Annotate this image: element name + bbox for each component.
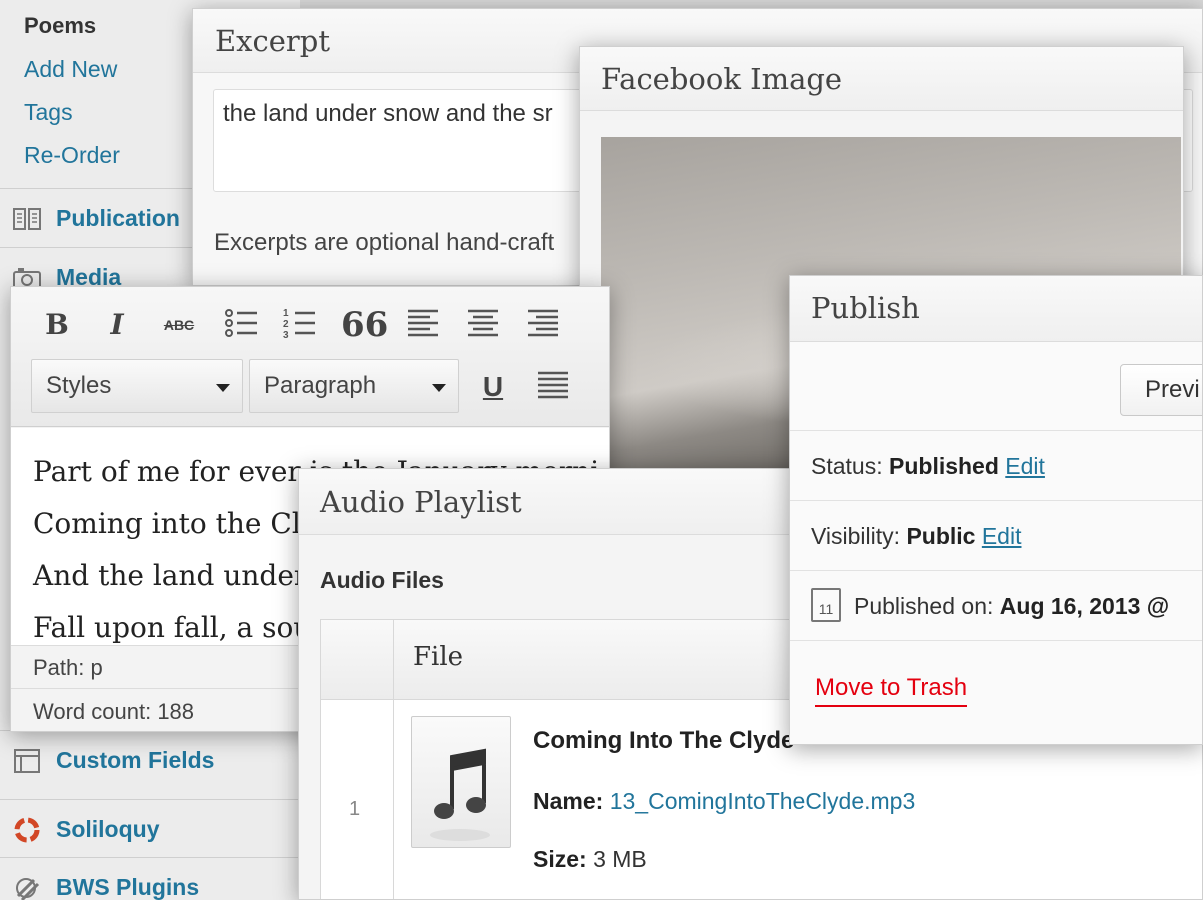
track-size-row: Size: 3 MB	[533, 846, 647, 873]
underline-button[interactable]: U	[473, 367, 513, 407]
row-number: 1	[349, 798, 361, 820]
sidebar-item-label: Publication	[56, 205, 180, 231]
bold-button[interactable]: B	[37, 305, 77, 345]
editor-toolbar: B I ABC 123 66 Styles Paragraph U	[11, 287, 609, 427]
svg-text:3: 3	[283, 330, 289, 341]
preview-button[interactable]: Previ	[1120, 364, 1202, 416]
justify-icon[interactable]	[533, 367, 573, 407]
italic-button[interactable]: I	[97, 305, 137, 345]
chevron-down-icon	[216, 384, 230, 392]
music-note-icon	[430, 748, 490, 841]
audio-file-thumbnail[interactable]	[411, 716, 511, 848]
published-label: Published on:	[854, 593, 994, 619]
svg-text:1: 1	[283, 308, 289, 319]
move-to-trash-link[interactable]: Move to Trash	[815, 674, 968, 707]
status-edit-link[interactable]: Edit	[1005, 453, 1045, 479]
visibility-row: Visibility: Public Edit	[790, 500, 1202, 570]
format-select-value: Paragraph	[264, 372, 377, 399]
sidebar-item-tags[interactable]: Tags	[24, 99, 73, 126]
published-date-value: Aug 16, 2013 @	[999, 593, 1170, 619]
publish-title: Publish	[790, 276, 1202, 342]
calendar-day: 11	[818, 601, 834, 617]
track-file-link[interactable]: 13_ComingIntoTheClyde.mp3	[610, 788, 916, 814]
calendar-icon: 11	[811, 588, 841, 622]
align-center-icon[interactable]	[463, 305, 503, 345]
status-label: Status:	[811, 453, 883, 479]
sidebar-item-soliloquy[interactable]: Soliloquy	[0, 799, 300, 857]
published-date-row: 11 Published on: Aug 16, 2013 @	[790, 570, 1202, 640]
form-icon	[12, 747, 42, 775]
poem-line: Fall upon fall, a sou	[33, 611, 312, 644]
sidebar-item-label: Custom Fields	[56, 747, 215, 773]
sidebar-item-label: BWS Plugins	[56, 874, 200, 900]
track-size-label: Size:	[533, 846, 587, 872]
poem-line: And the land under	[33, 559, 308, 592]
sidebar-item-bws-plugins[interactable]: BWS Plugins	[0, 857, 300, 900]
bullet-list-icon[interactable]	[221, 305, 261, 345]
styles-select[interactable]: Styles	[31, 359, 243, 413]
ring-icon	[12, 816, 42, 844]
poem-line: Coming into the Cl	[33, 507, 301, 540]
column-header-file: File	[413, 642, 464, 672]
visibility-edit-link[interactable]: Edit	[982, 523, 1022, 549]
audio-files-heading: Audio Files	[320, 567, 444, 593]
plugin-icon	[12, 874, 42, 900]
track-name-label: Name:	[533, 788, 604, 814]
blockquote-button[interactable]: 66	[341, 305, 388, 345]
book-icon	[12, 205, 42, 233]
menu-section-poems[interactable]: Poems	[24, 13, 96, 39]
strikethrough-button[interactable]: ABC	[159, 305, 199, 345]
publish-panel: Publish Previ Status: Published Edit Vis…	[789, 275, 1203, 745]
styles-select-value: Styles	[46, 372, 112, 399]
numbered-list-icon[interactable]: 123	[279, 305, 319, 345]
excerpt-help-text: Excerpts are optional hand-craft	[214, 229, 555, 256]
align-right-icon[interactable]	[523, 305, 563, 345]
track-title: Coming Into The Clyde	[533, 727, 795, 754]
visibility-value: Public	[906, 523, 976, 549]
align-left-icon[interactable]	[403, 305, 443, 345]
sidebar-item-add-new[interactable]: Add New	[24, 56, 117, 83]
track-size-value: 3 MB	[593, 846, 647, 872]
sidebar-item-re-order[interactable]: Re-Order	[24, 142, 120, 169]
status-row: Status: Published Edit	[790, 430, 1202, 500]
row-number-column	[321, 620, 394, 899]
sidebar-item-custom-fields[interactable]: Custom Fields	[0, 730, 300, 788]
track-name-row: Name: 13_ComingIntoTheClyde.mp3	[533, 788, 915, 815]
word-count: Word count: 188	[33, 699, 195, 724]
chevron-down-icon	[432, 384, 446, 392]
sidebar-item-label: Soliloquy	[56, 816, 160, 842]
facebook-image-title: Facebook Image	[580, 47, 1183, 111]
svg-text:2: 2	[283, 319, 289, 330]
format-select[interactable]: Paragraph	[249, 359, 459, 413]
visibility-label: Visibility:	[811, 523, 901, 549]
status-value: Published	[889, 453, 999, 479]
